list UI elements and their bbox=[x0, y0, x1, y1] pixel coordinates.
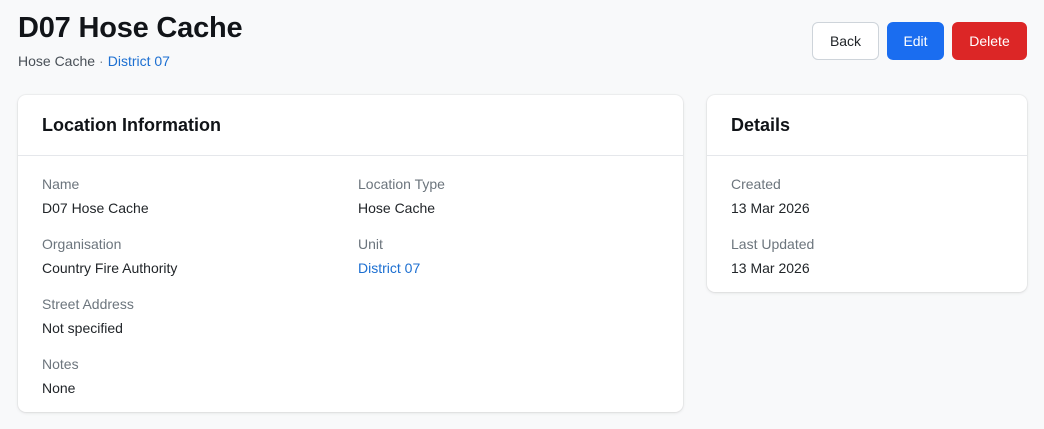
field-value: None bbox=[42, 380, 76, 396]
field-name: Name D07 Hose Cache bbox=[42, 175, 149, 217]
district-link[interactable]: District 07 bbox=[108, 53, 170, 69]
field-unit: Unit District 07 bbox=[358, 235, 420, 277]
page-title: D07 Hose Cache bbox=[18, 12, 243, 44]
details-card: Details Created 13 Mar 2026 Last Updated… bbox=[707, 95, 1027, 292]
subtitle-location-type: Hose Cache bbox=[18, 53, 96, 69]
field-label: Organisation bbox=[42, 236, 122, 252]
delete-button[interactable]: Delete bbox=[952, 22, 1027, 60]
field-label: Street Address bbox=[42, 296, 134, 312]
field-label: Name bbox=[42, 176, 80, 192]
location-information-heading: Location Information bbox=[18, 95, 683, 156]
back-button[interactable]: Back bbox=[812, 22, 879, 60]
field-value: D07 Hose Cache bbox=[42, 200, 149, 216]
edit-button[interactable]: Edit bbox=[887, 22, 944, 60]
field-label: Notes bbox=[42, 356, 79, 372]
location-detail-page: D07 Hose Cache Hose Cache · District 07 Ba… bbox=[0, 0, 1044, 429]
field-label: Location Type bbox=[358, 176, 445, 192]
field-label: Last Updated bbox=[731, 236, 815, 252]
field-created: Created 13 Mar 2026 bbox=[731, 175, 810, 217]
breadcrumb: Hose Cache · District 07 bbox=[18, 53, 170, 69]
field-value: Country Fire Authority bbox=[42, 260, 178, 276]
field-organisation: Organisation Country Fire Authority bbox=[42, 235, 177, 277]
field-last-updated: Last Updated 13 Mar 2026 bbox=[731, 235, 814, 277]
subtitle-separator: · bbox=[99, 53, 104, 69]
field-location-type: Location Type Hose Cache bbox=[358, 175, 445, 217]
field-value: 13 Mar 2026 bbox=[731, 200, 810, 216]
details-heading: Details bbox=[707, 95, 1027, 156]
field-value: Not specified bbox=[42, 320, 123, 336]
field-value: Hose Cache bbox=[358, 200, 436, 216]
header-actions: Back Edit Delete bbox=[812, 22, 1027, 60]
unit-link[interactable]: District 07 bbox=[358, 260, 420, 276]
field-label: Unit bbox=[358, 236, 383, 252]
location-information-card: Location Information Name D07 Hose Cache… bbox=[18, 95, 683, 412]
field-notes: Notes None bbox=[42, 355, 79, 397]
field-street-address: Street Address Not specified bbox=[42, 295, 134, 337]
field-value: 13 Mar 2026 bbox=[731, 260, 810, 276]
field-label: Created bbox=[731, 176, 781, 192]
